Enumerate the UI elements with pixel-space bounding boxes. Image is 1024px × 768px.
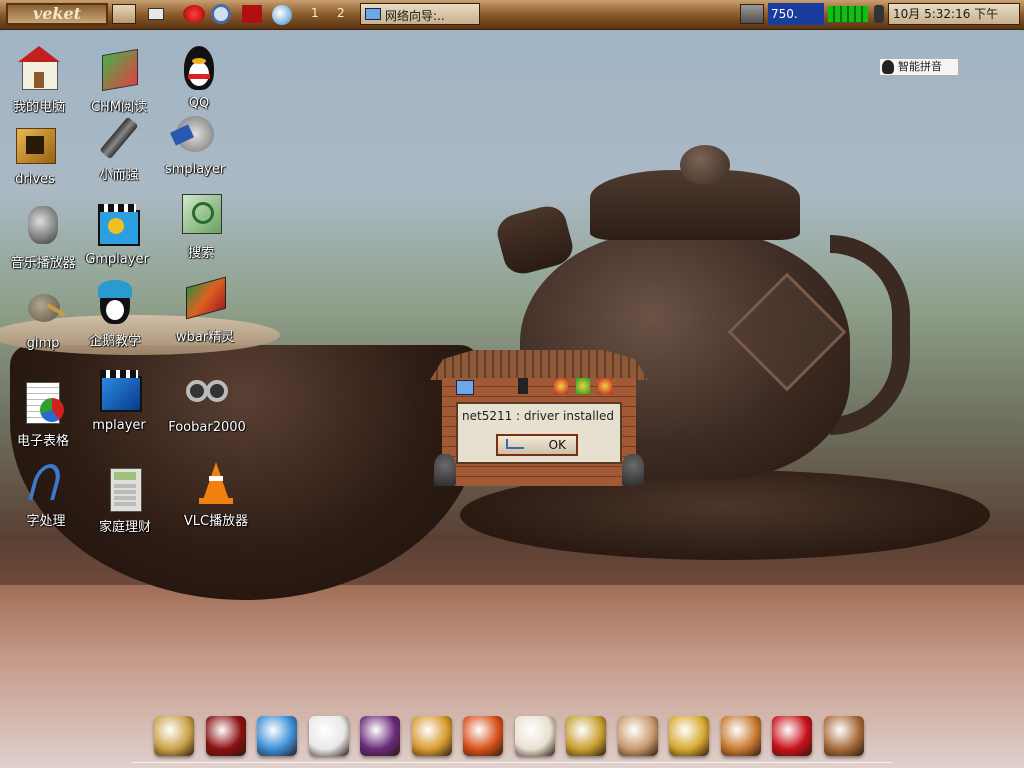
dialog-message: net5211 : driver installed bbox=[462, 409, 614, 423]
desktop-icon-label: 企鹅教学 bbox=[88, 334, 141, 349]
taiji-icon[interactable] bbox=[411, 716, 452, 756]
dialog-door-icon bbox=[518, 378, 528, 394]
desktop-icon-search[interactable]: 搜索 bbox=[156, 192, 246, 261]
volume-icon[interactable] bbox=[874, 5, 884, 23]
menu-logo-button[interactable]: veket bbox=[6, 3, 108, 25]
network-monitor-icon bbox=[828, 6, 868, 22]
fire-icon[interactable] bbox=[463, 716, 503, 756]
pavilion-icon[interactable] bbox=[154, 716, 194, 756]
stone-lion-right bbox=[622, 454, 644, 486]
desktop-icon-wbar[interactable]: wbar精灵 bbox=[160, 276, 250, 345]
media-disc-icon[interactable] bbox=[360, 716, 400, 756]
desktop-icon-label: drives bbox=[15, 172, 55, 187]
notepad-icon[interactable] bbox=[308, 716, 349, 756]
desktop-icon-label: VLC播放器 bbox=[183, 514, 249, 529]
penguin-icon bbox=[882, 60, 894, 74]
teapot-knob bbox=[680, 145, 730, 185]
desktop-icon-gmplayer[interactable]: Gmplayer bbox=[72, 202, 162, 267]
qq-penguin-icon bbox=[176, 46, 222, 92]
usb-stick-icon bbox=[96, 114, 142, 160]
calculator-icon bbox=[102, 466, 148, 512]
speaker-icon bbox=[20, 202, 66, 248]
red-launcher-icon[interactable] bbox=[183, 5, 205, 23]
foobar-icon bbox=[184, 370, 230, 416]
desktop-icon-foobar[interactable]: Foobar2000 bbox=[162, 370, 252, 435]
dialog-roof bbox=[430, 350, 648, 380]
picture-frame-icon[interactable] bbox=[617, 716, 658, 756]
desktop-icon-word-processor[interactable]: 字处理 bbox=[1, 460, 91, 529]
desktop-icon-label: 字处理 bbox=[26, 514, 66, 529]
maximize-lantern-icon[interactable] bbox=[576, 378, 590, 394]
desktop-icon-smplayer[interactable]: smplayer bbox=[150, 112, 240, 177]
desktop-icon-home-finance[interactable]: 家庭理财 bbox=[80, 466, 170, 535]
minimize-lantern-icon[interactable] bbox=[554, 378, 568, 394]
top-panel: veket 1 2 网络向导:.. 750. 10月 5:32:16 下午 bbox=[0, 0, 1024, 30]
desktop-icon-label: 家庭理财 bbox=[98, 520, 151, 535]
desktop-icon-label: 我的电脑 bbox=[12, 100, 65, 115]
bowl-icon[interactable] bbox=[720, 716, 761, 756]
taskbar-window-button[interactable]: 网络向导:.. bbox=[360, 3, 480, 25]
close-lantern-icon[interactable] bbox=[598, 378, 612, 394]
network-icon[interactable] bbox=[272, 5, 292, 25]
driver-dialog: net5211 : driver installed OK bbox=[430, 350, 648, 492]
desktop-icon-label: Foobar2000 bbox=[168, 420, 246, 435]
mplayer-icon bbox=[96, 368, 142, 414]
desktop-icon-label: Gmplayer bbox=[85, 252, 149, 267]
workspace-2[interactable]: 2 bbox=[337, 6, 345, 20]
panel-separator-knob bbox=[112, 4, 136, 24]
ime-indicator[interactable]: 智能拼音 bbox=[879, 58, 959, 76]
gmplayer-icon bbox=[94, 202, 140, 248]
ok-button-label: OK bbox=[548, 438, 566, 452]
clock[interactable]: 10月 5:32:16 下午 bbox=[888, 3, 1020, 25]
ok-button[interactable]: OK bbox=[496, 434, 578, 456]
window-app-icon bbox=[365, 8, 381, 20]
desktop-icon-computer[interactable]: 我的电脑 bbox=[0, 46, 84, 115]
desktop-icon-label: 搜索 bbox=[187, 246, 214, 261]
treasure-box-icon[interactable] bbox=[669, 716, 709, 756]
penguin-tutorial-icon bbox=[92, 280, 138, 326]
desktop-icon-label: wbar精灵 bbox=[175, 330, 235, 345]
spreadsheet-icon bbox=[20, 380, 66, 426]
vlc-cone-icon bbox=[193, 460, 239, 506]
wbar-icon bbox=[182, 276, 228, 322]
desktop-icon-chm[interactable]: CHM阅读 bbox=[74, 46, 164, 115]
memory-meter: 750. bbox=[768, 3, 824, 25]
computer-icon bbox=[16, 46, 62, 92]
workspace-1[interactable]: 1 bbox=[311, 6, 319, 20]
word-processor-icon bbox=[23, 460, 69, 506]
chinese-knot-icon[interactable] bbox=[772, 716, 812, 756]
search-icon bbox=[178, 192, 224, 238]
taskbar-window-title: 网络向导:.. bbox=[385, 9, 445, 23]
cpu-graph-icon bbox=[740, 4, 764, 24]
red-flag-icon[interactable] bbox=[242, 5, 262, 23]
red-book-icon[interactable] bbox=[205, 716, 246, 756]
desktop-icon-vlc[interactable]: VLC播放器 bbox=[171, 460, 261, 529]
dialog-app-icon bbox=[456, 380, 474, 395]
dock bbox=[150, 712, 874, 764]
stone-lion-left bbox=[434, 454, 456, 486]
dialog-message-box: net5211 : driver installed OK bbox=[456, 402, 622, 464]
desktop-icon-mplayer[interactable]: mplayer bbox=[74, 368, 164, 433]
search-icon[interactable] bbox=[211, 4, 231, 24]
ink-brush-icon[interactable] bbox=[823, 716, 864, 756]
document-icon[interactable] bbox=[514, 716, 555, 756]
abacus-icon[interactable] bbox=[566, 716, 606, 756]
drives-icon bbox=[12, 122, 58, 168]
gimp-icon bbox=[20, 286, 66, 332]
desktop-icon-qq[interactable]: QQ bbox=[154, 46, 244, 111]
desktop-icon-penguin-tutorial[interactable]: 企鹅教学 bbox=[70, 280, 160, 349]
desktop-icon-label: QQ bbox=[188, 96, 210, 111]
desktop-icon-drives[interactable]: drives bbox=[0, 122, 80, 187]
globe-icon[interactable] bbox=[257, 716, 297, 756]
chm-reader-icon bbox=[96, 46, 142, 92]
desktop-icon-label: mplayer bbox=[92, 418, 146, 433]
desktop-icon-label: smplayer bbox=[164, 162, 226, 177]
show-desktop-icon[interactable] bbox=[148, 8, 164, 20]
smplayer-icon bbox=[169, 112, 218, 158]
ime-label: 智能拼音 bbox=[898, 60, 942, 73]
return-arrow-icon bbox=[506, 439, 524, 449]
clock-text: 10月 5:32:16 下午 bbox=[893, 7, 999, 21]
